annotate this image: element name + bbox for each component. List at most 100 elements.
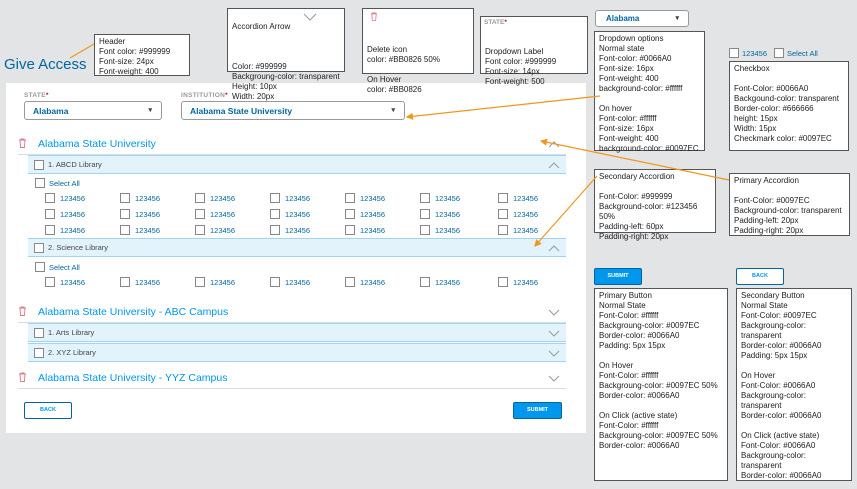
checkbox[interactable]: [195, 209, 205, 219]
library-item-checkbox[interactable]: 123456: [195, 193, 270, 204]
checkbox[interactable]: [345, 209, 355, 219]
checkbox[interactable]: [195, 277, 205, 287]
trash-icon: [370, 12, 378, 21]
checkbox[interactable]: [45, 209, 55, 219]
trash-icon[interactable]: [18, 372, 27, 382]
library-checkbox[interactable]: [34, 160, 44, 170]
checkbox[interactable]: [420, 193, 430, 203]
library-item-checkbox[interactable]: 123456: [498, 277, 573, 288]
library-item-checkbox[interactable]: 123456: [420, 225, 495, 236]
secondary-accordion-header[interactable]: 1. ABCD Library: [28, 155, 566, 174]
library-item-checkbox[interactable]: 123456: [498, 225, 573, 236]
checkbox[interactable]: [45, 277, 55, 287]
select-all-checkbox[interactable]: [35, 178, 45, 188]
library-item-label: 123456: [135, 194, 161, 203]
secondary-accordion-header[interactable]: 2. XYZ Library: [28, 343, 566, 362]
chevron-down-icon[interactable]: [548, 330, 560, 337]
checkbox[interactable]: [120, 277, 130, 287]
checkbox[interactable]: [498, 209, 508, 219]
library-checkbox[interactable]: [34, 348, 44, 358]
library-item-checkbox[interactable]: 123456: [120, 193, 195, 204]
library-item-label: 123456: [513, 194, 539, 203]
library-checkbox[interactable]: [34, 243, 44, 253]
library-item-label: 123456: [435, 278, 461, 287]
select-all-checkbox[interactable]: [35, 262, 45, 272]
library-item-checkbox[interactable]: 123456: [45, 225, 120, 236]
library-item-checkbox[interactable]: 123456: [120, 209, 195, 220]
library-item-checkbox[interactable]: 123456: [498, 209, 573, 220]
chevron-down-icon[interactable]: [548, 375, 560, 382]
library-item-checkbox[interactable]: 123456: [345, 209, 420, 220]
checkbox[interactable]: [498, 277, 508, 287]
checkbox[interactable]: [270, 225, 280, 235]
library-item-checkbox[interactable]: 123456: [345, 277, 420, 288]
checkbox[interactable]: [420, 277, 430, 287]
library-item-label: 123456: [360, 278, 386, 287]
library-item-checkbox[interactable]: 123456: [345, 225, 420, 236]
sample-checkbox: [774, 48, 784, 58]
chevron-up-icon[interactable]: [548, 162, 560, 169]
library-item-label: 123456: [135, 226, 161, 235]
checkbox[interactable]: [45, 193, 55, 203]
checkbox[interactable]: [345, 225, 355, 235]
library-item-checkbox[interactable]: 123456: [120, 225, 195, 236]
sample-checkbox: [729, 48, 739, 58]
library-item-checkbox[interactable]: 123456: [270, 225, 345, 236]
library-item-checkbox[interactable]: 123456: [45, 209, 120, 220]
secondary-accordion-header[interactable]: 1. Arts Library: [28, 323, 566, 342]
library-item-checkbox[interactable]: 123456: [345, 193, 420, 204]
trash-icon[interactable]: [18, 138, 27, 148]
library-item-checkbox[interactable]: 123456: [420, 209, 495, 220]
library-item-checkbox[interactable]: 123456: [420, 193, 495, 204]
library-item-checkbox[interactable]: 123456: [45, 193, 120, 204]
checkbox[interactable]: [270, 277, 280, 287]
library-item-checkbox[interactable]: 123456: [195, 277, 270, 288]
checkbox[interactable]: [195, 225, 205, 235]
back-button[interactable]: BACK: [24, 402, 72, 419]
library-checkbox[interactable]: [34, 328, 44, 338]
checkbox[interactable]: [120, 193, 130, 203]
checkbox[interactable]: [498, 193, 508, 203]
checkbox[interactable]: [120, 225, 130, 235]
checkbox[interactable]: [270, 193, 280, 203]
checkbox[interactable]: [345, 193, 355, 203]
chevron-down-icon[interactable]: [548, 309, 560, 316]
primary-accordion-header[interactable]: Alabama State University - ABC Campus: [18, 303, 566, 323]
state-dropdown[interactable]: Alabama ▾: [24, 101, 162, 120]
library-item-label: 123456: [60, 278, 86, 287]
chevron-up-icon[interactable]: [548, 245, 560, 252]
sample-back-button: BACK: [736, 268, 784, 285]
secondary-accordion-spec-note: Secondary Accordion Font-Color: #999999 …: [594, 169, 716, 241]
library-item-checkbox[interactable]: 123456: [195, 209, 270, 220]
primary-accordion-header[interactable]: Alabama State University - YYZ Campus: [18, 369, 566, 389]
library-item-checkbox[interactable]: 123456: [498, 193, 573, 204]
chevron-down-icon: ▾: [391, 107, 395, 114]
checkbox[interactable]: [45, 225, 55, 235]
library-item-label: 123456: [285, 210, 311, 219]
checkbox[interactable]: [420, 209, 430, 219]
secondary-accordion-header[interactable]: 2. Science Library: [28, 238, 566, 257]
checkbox[interactable]: [345, 277, 355, 287]
checkbox[interactable]: [498, 225, 508, 235]
library-item-checkbox[interactable]: 123456: [270, 277, 345, 288]
chevron-up-icon[interactable]: [548, 141, 560, 148]
library-item-checkbox[interactable]: 123456: [270, 209, 345, 220]
spec-body: Color: #999999 Backgroung-color: transpa…: [232, 62, 340, 101]
submit-button[interactable]: SUBMIT: [513, 402, 562, 419]
library-item-checkbox[interactable]: 123456: [195, 225, 270, 236]
library-item-checkbox[interactable]: 123456: [270, 193, 345, 204]
library-item-checkbox[interactable]: 123456: [45, 277, 120, 288]
checkbox[interactable]: [120, 209, 130, 219]
library-item-label: 123456: [60, 226, 86, 235]
primary-accordion-header[interactable]: Alabama State University: [18, 135, 566, 155]
checkbox[interactable]: [270, 209, 280, 219]
library-item-label: 123456: [435, 226, 461, 235]
checkbox[interactable]: [195, 193, 205, 203]
trash-icon[interactable]: [18, 306, 27, 316]
sample-checkbox-label: 123456: [742, 49, 768, 58]
library-item-checkbox[interactable]: 123456: [420, 277, 495, 288]
chevron-down-icon[interactable]: [548, 350, 560, 357]
library-item-checkbox[interactable]: 123456: [120, 277, 195, 288]
checkbox[interactable]: [420, 225, 430, 235]
secondary-button-spec-note: Secondary Button Normal State Font-Color…: [736, 288, 852, 481]
